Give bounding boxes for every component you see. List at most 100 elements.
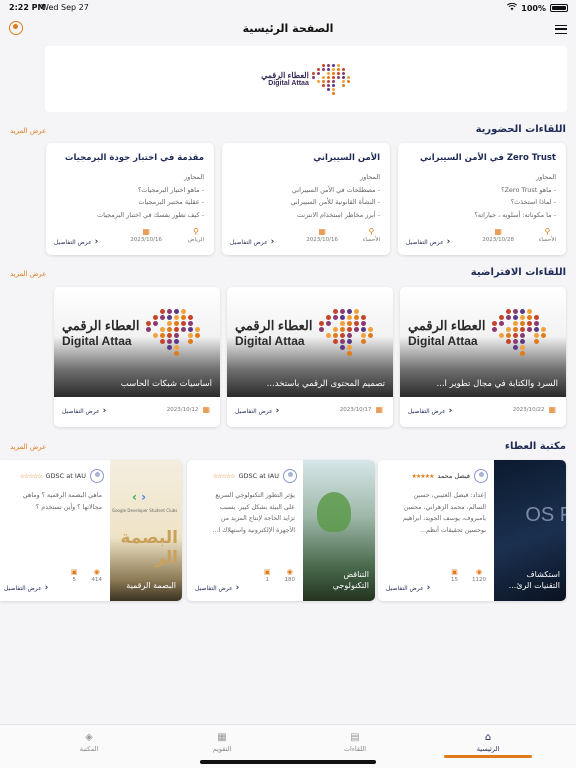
card-date: ▦ 2023/10/16 [306,227,338,243]
status-bar: 2:22 PM Wed Sep 27 100% [0,0,576,16]
chevron-left-icon: ‹ [448,406,453,416]
library-icon: ◈ [85,732,93,743]
library-card-stats: ◉ 414 ▣ 5 [71,567,102,583]
card-description: المحاور - مصطلحات في الأمن السيبراني - ا… [290,173,380,219]
comments-stat: ▣ 15 [451,568,458,583]
virtual-card[interactable]: العطاء الرقمي Digital Attaa تصميم المحتو… [227,287,393,427]
card-details-link[interactable]: ‹عرض التفاصيل [4,583,48,593]
virtual-card-image: العطاء الرقمي Digital Attaa السرد والكتا… [400,287,566,397]
comment-icon: ▣ [263,568,271,576]
library-card-image-title: التناقض التكنولوجي [332,570,369,590]
views-stat: ◉ 1120 [472,568,486,583]
in-person-card[interactable]: مقدمة في اختبار جودة البرمجيات المحاور -… [46,143,214,255]
chevron-left-icon: ‹ [270,237,275,247]
page-title: الصفحة الرئيسية [242,22,334,35]
library-card-image: OS F استكشاف التقنيات الرئ... [494,460,566,601]
card-details-link[interactable]: ‹عرض التفاصيل [54,237,98,247]
card-location: ⚲ الأحساء [538,227,556,243]
card-details-link[interactable]: ‹عرض التفاصيل [195,583,239,593]
calendar-icon: ▦ [494,227,502,236]
tab-calendar[interactable]: ▦ التقويم [182,731,262,753]
chevron-left-icon: ‹ [44,583,49,593]
eye-icon: ◉ [286,568,293,576]
card-details-link[interactable]: ‹عرض التفاصيل [386,583,430,593]
avatar-icon [90,469,104,483]
app-header: الصفحة الرئيسية [0,18,576,40]
eye-icon: ◉ [93,568,100,576]
battery-icon [550,4,568,12]
library-card-image-title: استكشاف التقنيات الرئ... [508,570,560,590]
card-details-link[interactable]: ‹عرض التفاصيل [62,406,106,416]
rating-stars: ☆☆☆☆☆ [212,472,236,480]
library-card[interactable]: التناقض التكنولوجي GDSC at IAU ☆☆☆☆☆ يؤث… [187,460,375,601]
chevron-left-icon: ‹ [426,583,431,593]
in-person-card[interactable]: Zero Trust في الأمن السيبراني المحاور - … [398,143,566,255]
logo-dots-icon [491,309,547,356]
card-date: ▦ 2023/10/28 [482,227,514,243]
calendar-icon: ▦ [202,405,210,414]
avatar-icon [474,469,488,483]
views-stat: ◉ 180 [284,568,296,583]
logo-dots-icon [311,63,351,95]
comments-stat: ▣ 1 [263,568,271,583]
rating-stars: ☆☆☆☆☆ [19,472,43,480]
meetings-icon: ▤ [350,732,360,743]
card-details-link[interactable]: ‹عرض التفاصيل [230,237,274,247]
in-person-more-link[interactable]: عرض المزيد [10,127,46,135]
virtual-card[interactable]: العطاء الرقمي Digital Attaa السرد والكتا… [400,287,566,427]
logo-dots-icon [145,309,201,356]
rating-stars: ★★★★★ [411,472,435,480]
views-stat: ◉ 414 [91,568,103,583]
active-tab-indicator [444,755,532,758]
chevron-left-icon: ‹ [446,237,451,247]
home-icon: ⌂ [484,732,492,743]
in-person-card[interactable]: الأمن السيبراني المحاور - مصطلحات في الأ… [222,143,390,255]
tab-home[interactable]: ⌂ الرئيسية [448,731,528,753]
library-card-author: GDSC at IAU ☆☆☆☆☆ [20,469,104,483]
digital-attaa-logo: العطاء الرقمي Digital Attaa [235,309,374,356]
card-description: المحاور - ماهو Zero Trust؟ - لماذا استخد… [474,173,556,219]
battery-percent: 100% [521,3,546,13]
chevron-left-icon: ‹ [235,583,240,593]
section-title-in-person: اللقاءات الحضورية [475,124,566,135]
card-date: ▦ 2023/10/22 [512,405,556,414]
virtual-card[interactable]: العطاء الرقمي Digital Attaa أساسيات شبكا… [54,287,220,427]
logo-dots-icon [318,309,374,356]
card-details-link[interactable]: ‹عرض التفاصيل [235,406,279,416]
digital-attaa-logo: العطاء الرقمي Digital Attaa [408,309,547,356]
tab-library[interactable]: ◈ المكتبة [49,731,129,753]
calendar-icon: ▦ [318,227,326,236]
virtual-card-image: العطاء الرقمي Digital Attaa تصميم المحتو… [227,287,393,397]
calendar-icon: ▦ [375,405,383,414]
card-details-link[interactable]: ‹عرض التفاصيل [406,237,450,247]
library-card-stats: ◉ 1120 ▣ 15 [451,567,486,583]
tab-meetings[interactable]: ▤ اللقاءات [315,731,395,753]
library-card[interactable]: OS F استكشاف التقنيات الرئ... فيصل محمد … [378,460,566,601]
digital-attaa-logo: العطاء الرقمي Digital Attaa [261,63,351,95]
card-date: ▦ 2023/10/17 [339,405,383,414]
avatar-icon [283,469,297,483]
library-card-image: ‹ › Google Developer Student Clubs البصم… [110,460,182,601]
digital-attaa-logo: العطاء الرقمي Digital Attaa [62,309,201,356]
card-date: ▦ 2023/10/12 [166,405,210,414]
hamburger-menu-icon[interactable] [555,25,567,34]
library-card-image-title: البصمة الرقمية [126,581,176,590]
card-details-link[interactable]: ‹عرض التفاصيل [408,406,452,416]
card-description: المحاور - ماهو اختبار البرمجيات؟ - عقلية… [96,173,204,219]
library-more-link[interactable]: عرض المزيد [10,443,46,451]
logo-arabic: العطاء الرقمي [261,71,309,80]
virtual-more-link[interactable]: عرض المزيد [10,270,46,278]
location-pin-icon: ⚲ [368,227,375,236]
virtual-card-image: العطاء الرقمي Digital Attaa أساسيات شبكا… [54,287,220,397]
section-title-library: مكتبة العطاء [504,441,566,452]
library-card-description: إعداد: فيصل العتيبي، حسين السالم، محمد ا… [402,492,486,534]
card-title: Zero Trust في الأمن السيبراني [419,153,556,163]
library-card-author: GDSC at IAU ☆☆☆☆☆ [213,469,297,483]
card-location: ⚲ الرياض [187,227,204,243]
logo-english: Digital Attaa [268,80,309,87]
card-location: ⚲ الأحساء [362,227,380,243]
library-card-stats: ◉ 180 ▣ 1 [264,567,295,583]
library-card[interactable]: ‹ › Google Developer Student Clubs البصم… [0,460,182,601]
library-card-image: التناقض التكنولوجي [303,460,375,601]
comment-icon: ▣ [451,568,458,576]
